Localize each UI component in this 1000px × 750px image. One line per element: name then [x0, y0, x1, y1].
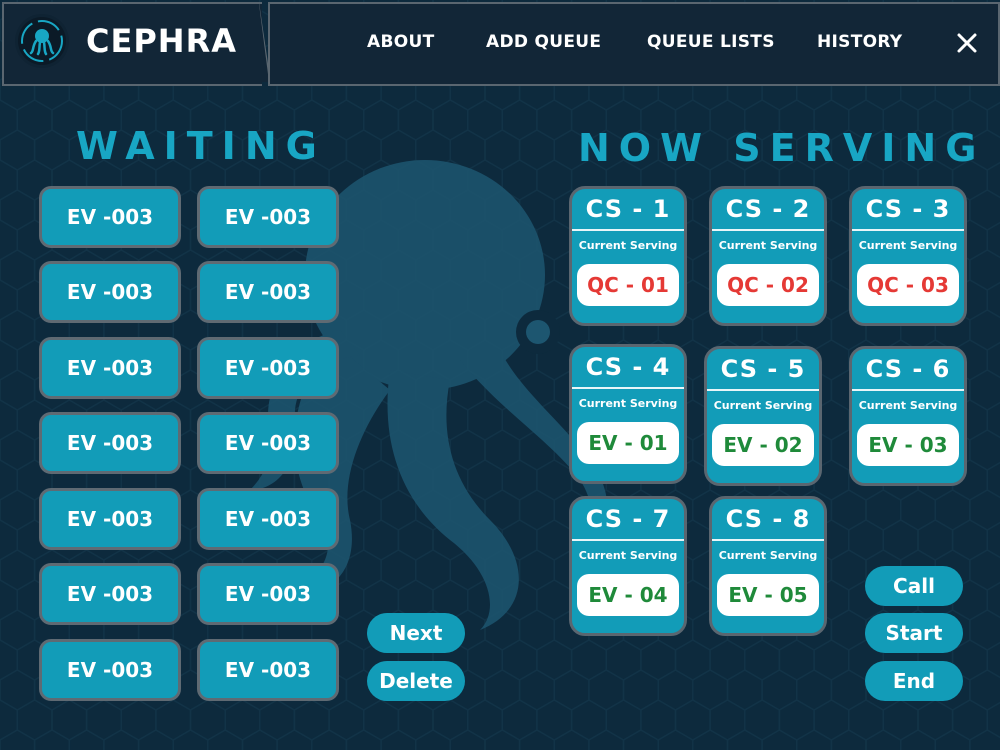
current-serving-label: Current Serving [578, 549, 678, 562]
divider [712, 539, 824, 541]
waiting-ticket[interactable]: EV -003 [197, 639, 339, 701]
waiting-ticket[interactable]: EV -003 [197, 412, 339, 474]
divider [572, 229, 684, 231]
current-serving-label: Current Serving [858, 239, 958, 252]
divider [712, 229, 824, 231]
call-button[interactable]: Call [865, 566, 963, 606]
serving-ticket: EV - 01 [577, 422, 679, 464]
divider [572, 539, 684, 541]
current-serving-label: Current Serving [713, 399, 813, 412]
waiting-ticket[interactable]: EV -003 [197, 261, 339, 323]
end-button[interactable]: End [865, 661, 963, 701]
serving-ticket: EV - 02 [712, 424, 814, 466]
counter-name: CS - 6 [865, 355, 951, 383]
counter-name: CS - 8 [725, 505, 811, 533]
counter-card-cs-2: CS - 2 Current Serving QC - 02 [709, 186, 827, 326]
counter-card-cs-7: CS - 7 Current Serving EV - 04 [569, 496, 687, 636]
start-button[interactable]: Start [865, 613, 963, 653]
current-serving-label: Current Serving [578, 397, 678, 410]
delete-button[interactable]: Delete [367, 661, 465, 701]
waiting-ticket[interactable]: EV -003 [39, 639, 181, 701]
serving-ticket: QC - 03 [857, 264, 959, 306]
nav-add-queue[interactable]: ADD QUEUE [486, 32, 601, 52]
current-serving-label: Current Serving [718, 239, 818, 252]
serving-ticket: EV - 05 [717, 574, 819, 616]
counter-name: CS - 4 [585, 353, 671, 381]
counter-card-cs-8: CS - 8 Current Serving EV - 05 [709, 496, 827, 636]
counter-name: CS - 3 [865, 195, 951, 223]
waiting-ticket[interactable]: EV -003 [197, 186, 339, 248]
brand-name: CEPHRA [86, 22, 237, 60]
nav-queue-lists[interactable]: QUEUE LISTS [647, 32, 775, 52]
serving-ticket: QC - 02 [717, 264, 819, 306]
top-header: CEPHRA ABOUT ADD QUEUE QUEUE LISTS HISTO… [0, 0, 1000, 86]
serving-ticket: EV - 04 [577, 574, 679, 616]
current-serving-label: Current Serving [718, 549, 818, 562]
divider [707, 389, 819, 391]
counter-card-cs-4: CS - 4 Current Serving EV - 01 [569, 344, 687, 484]
counter-card-cs-6: CS - 6 Current Serving EV - 03 [849, 346, 967, 486]
counter-name: CS - 5 [720, 355, 806, 383]
nav-about[interactable]: ABOUT [367, 32, 434, 52]
waiting-ticket[interactable]: EV -003 [197, 488, 339, 550]
waiting-ticket[interactable]: EV -003 [39, 261, 181, 323]
current-serving-label: Current Serving [578, 239, 678, 252]
counter-name: CS - 7 [585, 505, 671, 533]
serving-ticket: QC - 01 [577, 264, 679, 306]
waiting-ticket[interactable]: EV -003 [39, 412, 181, 474]
waiting-ticket[interactable]: EV -003 [39, 563, 181, 625]
divider [852, 389, 964, 391]
waiting-ticket[interactable]: EV -003 [39, 488, 181, 550]
waiting-ticket[interactable]: EV -003 [39, 186, 181, 248]
waiting-title: WAITING [76, 124, 326, 168]
counter-name: CS - 1 [585, 195, 671, 223]
counter-card-cs-1: CS - 1 Current Serving QC - 01 [569, 186, 687, 326]
current-serving-label: Current Serving [858, 399, 958, 412]
waiting-ticket[interactable]: EV -003 [197, 563, 339, 625]
counter-card-cs-3: CS - 3 Current Serving QC - 03 [849, 186, 967, 326]
close-icon[interactable] [954, 30, 980, 56]
waiting-ticket[interactable]: EV -003 [197, 337, 339, 399]
waiting-ticket[interactable]: EV -003 [39, 337, 181, 399]
nav-history[interactable]: HISTORY [817, 32, 902, 52]
counter-card-cs-5: CS - 5 Current Serving EV - 02 [704, 346, 822, 486]
counter-name: CS - 2 [725, 195, 811, 223]
next-button[interactable]: Next [367, 613, 465, 653]
serving-ticket: EV - 03 [857, 424, 959, 466]
divider [852, 229, 964, 231]
divider [572, 387, 684, 389]
now-serving-title: NOW SERVING [578, 126, 986, 170]
octopus-logo-icon [18, 17, 66, 65]
